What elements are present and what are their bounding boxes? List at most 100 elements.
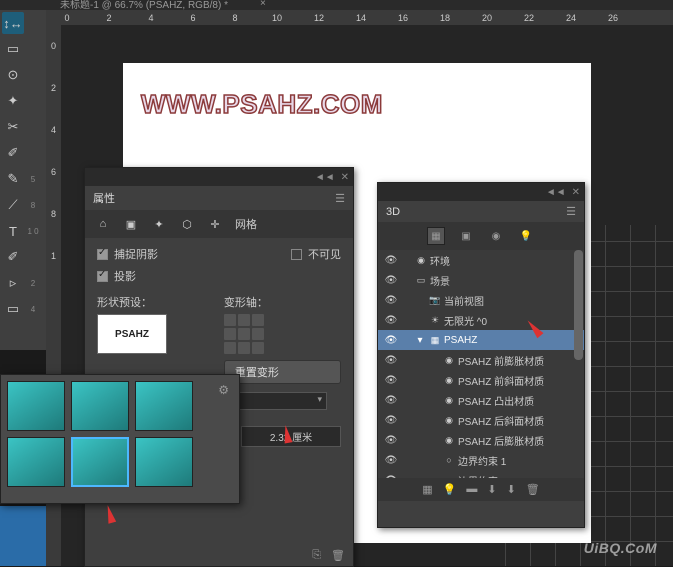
ruler-mark: 4 <box>130 13 172 23</box>
capture-shadow-label: 捕捉阴影 <box>114 246 158 262</box>
ruler-mark: 1 <box>51 235 56 277</box>
mesh-home-icon[interactable]: ⌂ <box>95 216 111 232</box>
visibility-icon[interactable]: 👁 <box>382 355 400 366</box>
wand-tool[interactable]: ✦ <box>2 90 24 112</box>
tool-sublabel: 5 <box>24 175 42 184</box>
preset-thumb-selected[interactable] <box>71 437 129 487</box>
visibility-icon[interactable]: 👁 <box>382 255 400 266</box>
brush-tool[interactable]: ✎ <box>2 168 24 190</box>
preset-settings-icon[interactable]: ⚙ <box>218 383 229 397</box>
preset-thumb[interactable] <box>7 437 65 487</box>
mesh-cap-icon[interactable]: ⬡ <box>179 216 195 232</box>
filter-material-icon[interactable]: ◉ <box>487 227 505 245</box>
ruler-mark: 8 <box>214 13 256 23</box>
filter-mesh-icon[interactable]: ▣ <box>457 227 475 245</box>
crop-tool[interactable]: ✂ <box>2 116 24 138</box>
layer-label: PSAHZ 前斜面材质 <box>458 373 544 388</box>
marquee-tool[interactable]: ▭ <box>2 38 24 60</box>
new-layer-icon[interactable]: ⬇ <box>507 483 516 496</box>
ruler-mark: 12 <box>298 13 340 23</box>
layer-row[interactable]: 👁◉PSAHZ 前膨胀材质 <box>378 350 584 370</box>
mesh-deform-icon[interactable]: ✦ <box>151 216 167 232</box>
deform-axis-label: 变形轴： <box>224 294 341 310</box>
ruler-mark: 0 <box>51 25 56 67</box>
layer-type-icon: ◉ <box>440 375 458 386</box>
visibility-icon[interactable]: 👁 <box>382 295 400 306</box>
layer-row[interactable]: 👁 ◉PSAHZ 前斜面材质 <box>378 370 584 390</box>
layer-row[interactable]: 👁◉PSAHZ 后膨胀材质 <box>378 430 584 450</box>
delete-icon[interactable]: 🗑 <box>331 549 345 562</box>
layer-label: PSAHZ 凸出材质 <box>458 393 534 408</box>
pen-tool[interactable]: ✐ <box>2 246 24 268</box>
layer-label: 场景 <box>430 273 450 288</box>
visibility-icon[interactable]: 👁 <box>382 335 400 346</box>
ruler-mark: 22 <box>508 13 550 23</box>
stamp-tool[interactable]: ⟋ <box>2 194 24 216</box>
visibility-icon[interactable]: 👁 <box>382 415 400 426</box>
3d-panel: ◄◄ ✕ 3D ☰ ▦ ▣ ◉ 💡 👁◉环境👁▭场景👁📷当前视图👁☀无限光 ^0… <box>377 182 585 528</box>
layer-type-icon: ◉ <box>440 395 458 406</box>
layer-row[interactable]: 👁○边界约束 1 <box>378 450 584 470</box>
visibility-icon[interactable]: 👁 <box>382 275 400 286</box>
panel-collapse-icon[interactable]: ◄◄ <box>546 187 566 198</box>
ground-plane-icon[interactable]: ▬ <box>466 483 477 496</box>
type-tool[interactable]: T <box>2 220 24 242</box>
mesh-label: 网格 <box>235 216 257 232</box>
visibility-icon[interactable]: 👁 <box>382 475 400 479</box>
shape-preset-thumb[interactable]: PSAHZ <box>97 314 167 354</box>
properties-tab[interactable]: 属性 <box>93 190 115 206</box>
layer-type-icon: ○ <box>440 475 458 478</box>
ruler-mark: 16 <box>382 13 424 23</box>
layer-type-icon: ◉ <box>412 255 430 266</box>
render-icon[interactable]: ⎘ <box>312 549 321 562</box>
move-tool[interactable]: ↕↔ <box>2 12 24 34</box>
panel-menu-icon[interactable]: ☰ <box>566 205 576 218</box>
layer-label: PSAHZ 前膨胀材质 <box>458 353 544 368</box>
eyedropper-tool[interactable]: ✐ <box>2 142 24 164</box>
render-settings-icon[interactable]: ▦ <box>422 483 432 496</box>
shape-tool[interactable]: ▭ <box>2 298 24 320</box>
invisible-checkbox[interactable] <box>291 249 302 260</box>
layer-row[interactable]: 👁📷当前视图 <box>378 290 584 310</box>
preset-thumb[interactable] <box>135 381 193 431</box>
invisible-label: 不可见 <box>308 246 341 262</box>
add-light-icon[interactable]: ⬇ <box>487 483 496 496</box>
panel-menu-icon[interactable]: ☰ <box>335 192 345 205</box>
panel-close-icon[interactable]: ✕ <box>341 172 349 183</box>
visibility-icon[interactable]: 👁 <box>382 435 400 446</box>
tab-close-icon[interactable]: × <box>260 0 266 9</box>
preset-thumb[interactable] <box>71 381 129 431</box>
expand-icon[interactable]: ▾ <box>414 335 426 346</box>
path-tool[interactable]: ▹ <box>2 272 24 294</box>
cast-shadow-checkbox[interactable] <box>97 271 108 282</box>
filter-scene-icon[interactable]: ▦ <box>427 227 445 245</box>
lasso-tool[interactable]: ⊙ <box>2 64 24 86</box>
preset-thumb[interactable] <box>135 437 193 487</box>
layer-row[interactable]: 👁▾▦PSAHZ <box>378 330 584 350</box>
3d-layer-list: 👁◉环境👁▭场景👁📷当前视图👁☀无限光 ^0👁▾▦PSAHZ👁◉PSAHZ 前膨… <box>378 250 584 478</box>
layer-row[interactable]: 👁 ◉PSAHZ 凸出材质 <box>378 390 584 410</box>
layer-row[interactable]: 👁◉PSAHZ 后斜面材质 <box>378 410 584 430</box>
layer-row[interactable]: 👁◉环境 <box>378 250 584 270</box>
visibility-icon[interactable]: 👁 <box>382 315 400 326</box>
deform-axis-picker[interactable] <box>224 314 264 354</box>
mesh-coord-icon[interactable]: ✛ <box>207 216 223 232</box>
light-toggle-icon[interactable]: 💡 <box>443 483 457 496</box>
scrollbar-thumb[interactable] <box>574 250 583 360</box>
capture-shadow-checkbox[interactable] <box>97 249 108 260</box>
mesh-cube-icon[interactable]: ▣ <box>123 216 139 232</box>
reset-deform-button[interactable]: 重置变形 <box>224 360 341 384</box>
visibility-icon[interactable]: 👁 <box>382 455 400 466</box>
layer-row[interactable]: 👁☀无限光 ^0 <box>378 310 584 330</box>
visibility-icon[interactable]: 👁 <box>382 375 400 386</box>
panel-collapse-icon[interactable]: ◄◄ <box>315 172 335 183</box>
delete-layer-icon[interactable]: 🗑 <box>526 483 540 496</box>
ruler-mark: 24 <box>550 13 592 23</box>
filter-light-icon[interactable]: 💡 <box>517 227 535 245</box>
preset-thumb[interactable] <box>7 381 65 431</box>
layer-row[interactable]: 👁▭场景 <box>378 270 584 290</box>
panel-close-icon[interactable]: ✕ <box>572 187 580 198</box>
3d-tab[interactable]: 3D <box>386 206 400 218</box>
visibility-icon[interactable]: 👁 <box>382 395 400 406</box>
layer-row[interactable]: 👁○边界约束 2 <box>378 470 584 478</box>
